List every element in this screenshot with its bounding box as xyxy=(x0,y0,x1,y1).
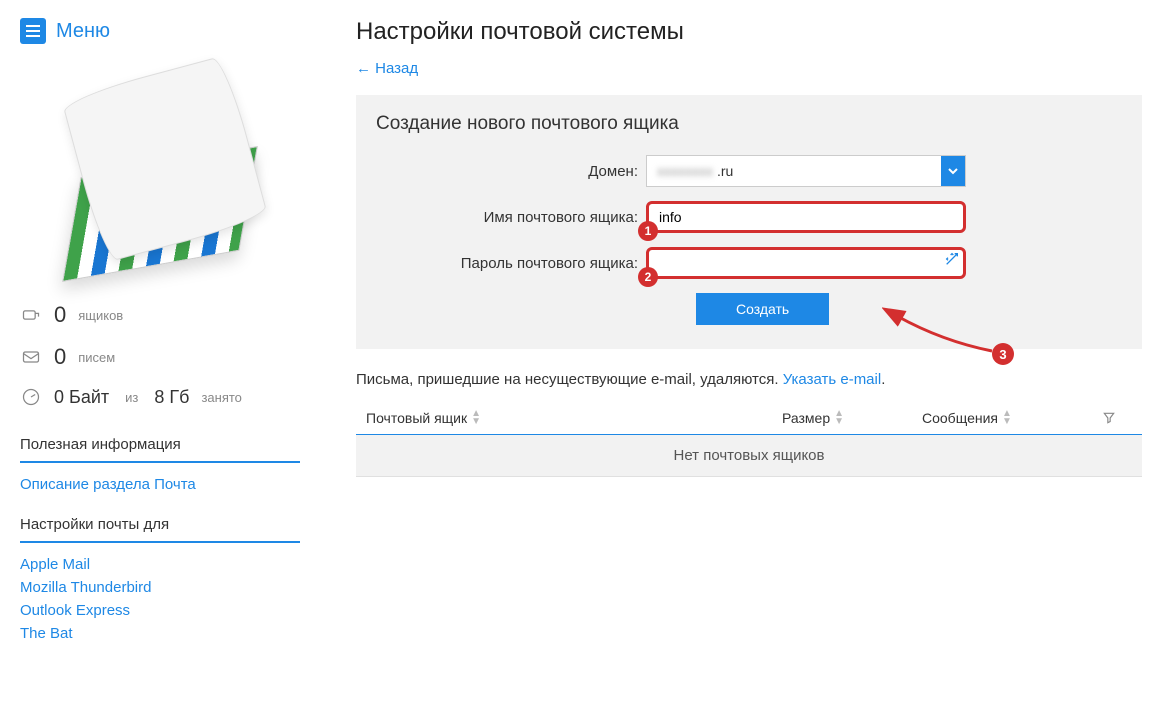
hamburger-icon xyxy=(20,18,46,44)
mailbox-name-input[interactable] xyxy=(646,201,966,233)
link-apple-mail[interactable]: Apple Mail xyxy=(20,553,300,576)
mail-illustration xyxy=(30,64,290,274)
stats-block: 0 ящиков 0 писем 0 Байт из 8 Гб занято xyxy=(20,294,300,416)
stat-mailboxes: 0 ящиков xyxy=(20,294,300,336)
domain-suffix: .ru xyxy=(717,163,733,179)
info-period: . xyxy=(881,371,885,388)
envelope-icon xyxy=(20,346,42,368)
link-mail-description[interactable]: Описание раздела Почта xyxy=(20,473,300,496)
sort-icon: ▲▼ xyxy=(471,410,481,426)
useful-links: Описание раздела Почта xyxy=(20,473,300,496)
col-mailbox[interactable]: Почтовый ящик ▲▼ xyxy=(366,410,782,426)
storage-suffix: занято xyxy=(201,390,241,405)
page-title: Настройки почтовой системы xyxy=(356,18,1142,46)
stat-storage: 0 Байт из 8 Гб занято xyxy=(20,378,300,416)
info-text: Письма, пришедшие на несуществующие e-ma… xyxy=(356,371,1142,388)
mailbox-password-input[interactable] xyxy=(646,247,966,279)
col-messages-label: Сообщения xyxy=(922,410,998,426)
mailbox-password-label: Пароль почтового ящика: xyxy=(376,255,646,272)
col-size-label: Размер xyxy=(782,410,830,426)
submit-row: Создать xyxy=(376,293,1122,325)
menu-button[interactable]: Меню xyxy=(20,18,300,44)
mailbox-name-row: Имя почтового ящика: 1 xyxy=(376,201,1122,233)
chevron-down-icon xyxy=(941,156,965,186)
generate-password-icon[interactable] xyxy=(944,251,960,272)
sort-icon: ▲▼ xyxy=(1002,410,1012,426)
create-button[interactable]: Создать xyxy=(696,293,829,325)
annotation-badge-3: 3 xyxy=(992,343,1014,365)
col-messages[interactable]: Сообщения ▲▼ xyxy=(922,410,1102,426)
sort-icon: ▲▼ xyxy=(834,410,844,426)
mailbox-name-label: Имя почтового ящика: xyxy=(376,209,646,226)
mailbox-icon xyxy=(20,304,42,326)
empty-mailboxes-row: Нет почтовых ящиков xyxy=(356,435,1142,477)
useful-info-title: Полезная информация xyxy=(20,426,300,463)
mailbox-table-header: Почтовый ящик ▲▼ Размер ▲▼ Сообщения ▲▼ xyxy=(356,402,1142,435)
col-size[interactable]: Размер ▲▼ xyxy=(782,410,922,426)
annotation-badge-2: 2 xyxy=(638,267,658,287)
mailboxes-count: 0 xyxy=(54,302,66,328)
create-mailbox-panel: Создание нового почтового ящика Домен: x… xyxy=(356,95,1142,349)
filter-icon[interactable] xyxy=(1102,411,1132,425)
storage-used: 0 Байт xyxy=(54,387,109,408)
letters-count: 0 xyxy=(54,344,66,370)
link-outlook-express[interactable]: Outlook Express xyxy=(20,599,300,622)
mailboxes-label: ящиков xyxy=(78,308,123,323)
letters-label: писем xyxy=(78,350,115,365)
mailbox-password-row: Пароль почтового ящика: 2 xyxy=(376,247,1122,279)
link-the-bat[interactable]: The Bat xyxy=(20,622,300,645)
info-text-prefix: Письма, пришедшие на несуществующие e-ma… xyxy=(356,371,783,388)
menu-label: Меню xyxy=(56,20,110,43)
specify-email-link[interactable]: Указать e-mail xyxy=(783,371,882,388)
gauge-icon xyxy=(20,386,42,408)
link-thunderbird[interactable]: Mozilla Thunderbird xyxy=(20,576,300,599)
client-links: Apple Mail Mozilla Thunderbird Outlook E… xyxy=(20,553,300,645)
domain-select[interactable]: xxxxxxxx .ru xyxy=(646,155,966,187)
domain-blurred: xxxxxxxx xyxy=(657,163,713,179)
annotation-badge-1: 1 xyxy=(638,221,658,241)
panel-title: Создание нового почтового ящика xyxy=(376,113,1122,135)
back-link[interactable]: ← Назад xyxy=(356,60,418,77)
col-mailbox-label: Почтовый ящик xyxy=(366,410,467,426)
storage-mid: из xyxy=(125,390,138,405)
mail-settings-title: Настройки почты для xyxy=(20,506,300,543)
domain-label: Домен: xyxy=(376,163,646,180)
domain-row: Домен: xxxxxxxx .ru xyxy=(376,155,1122,187)
stat-letters: 0 писем xyxy=(20,336,300,378)
storage-total: 8 Гб xyxy=(154,387,189,408)
